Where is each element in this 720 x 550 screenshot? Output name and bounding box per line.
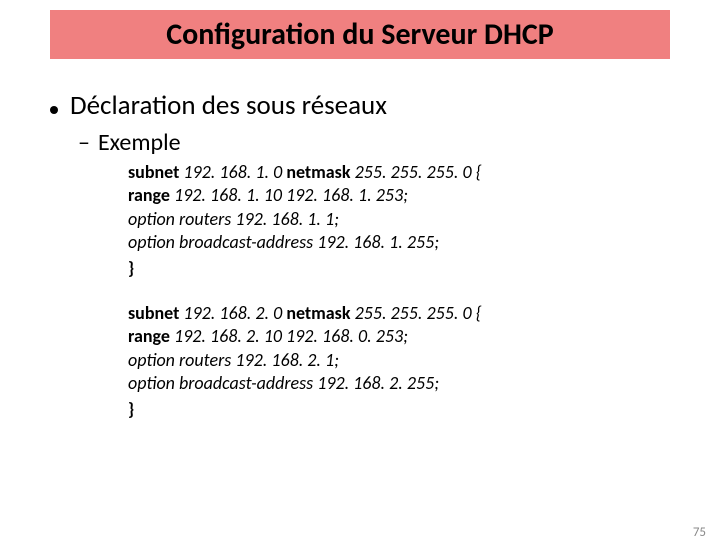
code-line: range 192. 168. 2. 10 192. 168. 0. 253;	[128, 325, 670, 348]
sub-bullet-item: – Exemple	[78, 128, 670, 157]
page-number: 75	[693, 525, 706, 540]
code-line: range 192. 168. 1. 10 192. 168. 1. 253;	[128, 184, 670, 207]
code-line: }	[128, 257, 670, 280]
code-block-2: subnet 192. 168. 2. 0 netmask 255. 255. …	[128, 302, 670, 421]
code-block-1: subnet 192. 168. 1. 0 netmask 255. 255. …	[128, 161, 670, 280]
code-line: }	[128, 398, 670, 421]
code-line: option broadcast-address 192. 168. 2. 25…	[128, 372, 670, 395]
sub-bullet-text: Exemple	[98, 128, 181, 157]
code-line: subnet 192. 168. 2. 0 netmask 255. 255. …	[128, 302, 670, 325]
code-line: option routers 192. 168. 1. 1;	[128, 208, 670, 231]
bullet-dot-icon	[50, 106, 58, 114]
dash-icon: –	[78, 128, 90, 157]
slide-content: Déclaration des sous réseaux – Exemple s…	[0, 59, 720, 421]
bullet-item: Déclaration des sous réseaux	[50, 89, 670, 122]
code-line: subnet 192. 168. 1. 0 netmask 255. 255. …	[128, 161, 670, 184]
slide-title: Configuration du Serveur DHCP	[166, 16, 553, 53]
bullet-text: Déclaration des sous réseaux	[70, 89, 387, 122]
code-line: option routers 192. 168. 2. 1;	[128, 349, 670, 372]
code-line: option broadcast-address 192. 168. 1. 25…	[128, 231, 670, 254]
slide-title-bar: Configuration du Serveur DHCP	[50, 10, 670, 59]
